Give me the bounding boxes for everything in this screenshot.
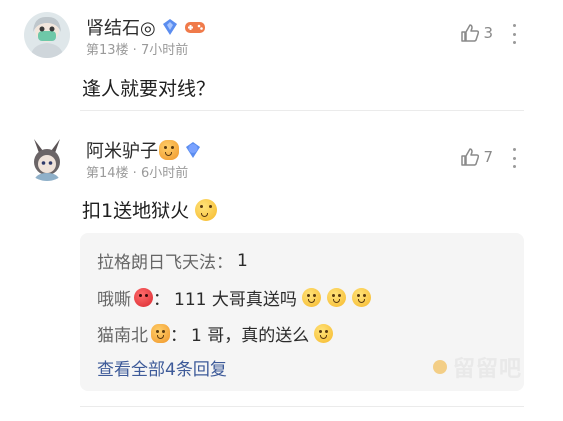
username[interactable]: 肾结石◎ (86, 14, 156, 40)
smile-emoji-icon (314, 324, 334, 343)
thumbs-up-icon (461, 148, 480, 166)
game-controller-icon (184, 19, 206, 35)
like-button[interactable]: 7 (460, 147, 493, 167)
like-button[interactable]: 3 (460, 23, 493, 43)
reply-item[interactable]: 猫南北 ： 1 哥，真的送么 (97, 321, 334, 346)
hands-emoji-icon (195, 198, 218, 221)
comment-text-row: 扣1送地狱火 (82, 196, 218, 223)
avatar[interactable] (24, 12, 70, 58)
comment-text: 扣1送地狱火 (82, 200, 190, 222)
reply-username[interactable]: 猫南北 (97, 321, 148, 346)
avatar[interactable] (24, 135, 70, 181)
comment-text: 逢人就要对线？ (82, 78, 216, 100)
shocked-emoji-icon (351, 288, 371, 307)
cat-emoji-icon (159, 140, 179, 160)
reply-item[interactable]: 哦嘶 ： 111 大哥真送吗 (97, 285, 371, 310)
shocked-emoji-icon (326, 288, 346, 307)
reply-separator: ： (170, 326, 187, 346)
reply-text: 1 哥，真的送么 (191, 326, 310, 346)
divider (80, 406, 524, 407)
divider (80, 110, 524, 111)
user-row: 肾结石◎ (86, 14, 206, 40)
like-count: 3 (483, 24, 493, 42)
username[interactable]: 阿米驴子 (86, 137, 158, 163)
shocked-emoji-icon (301, 288, 321, 307)
floor-time: 第14楼 · 6小时前 (86, 166, 189, 181)
more-options-icon[interactable] (511, 24, 517, 44)
diamond-badge-icon (161, 18, 179, 36)
reply-text: 1 (237, 250, 248, 271)
reply-text: 111 大哥真送吗 (174, 290, 297, 310)
comment-thread: 肾结石◎ 第13楼 · 7小时前 3 逢人就要对线？ 阿米驴子 第14楼 · 6… (0, 0, 563, 421)
thumbs-up-icon (461, 24, 480, 42)
replies-box: 拉格朗日飞天法： 1 哦嘶 ： 111 大哥真送吗 猫南北 ： 1 哥，真的送么… (80, 233, 524, 391)
reply-username[interactable]: 哦嘶 (97, 285, 131, 310)
reply-separator: ： (153, 290, 170, 310)
watermark-text: 留留吧 (452, 357, 522, 382)
reply-item[interactable]: 拉格朗日飞天法： 1 (97, 248, 248, 274)
user-row: 阿米驴子 (86, 137, 202, 163)
level-badge-icon (184, 141, 202, 159)
watermark-logo-icon (432, 360, 447, 374)
reply-username[interactable]: 拉格朗日飞天法： (97, 248, 233, 273)
angry-emoji-icon (134, 288, 153, 307)
view-all-replies-link[interactable]: 查看全部4条回复 (97, 355, 227, 380)
tiger-emoji-icon (151, 324, 170, 343)
floor-time: 第13楼 · 7小时前 (86, 43, 189, 58)
more-options-icon[interactable] (511, 148, 517, 168)
watermark: 留留吧 (432, 351, 522, 383)
like-count: 7 (483, 148, 493, 166)
